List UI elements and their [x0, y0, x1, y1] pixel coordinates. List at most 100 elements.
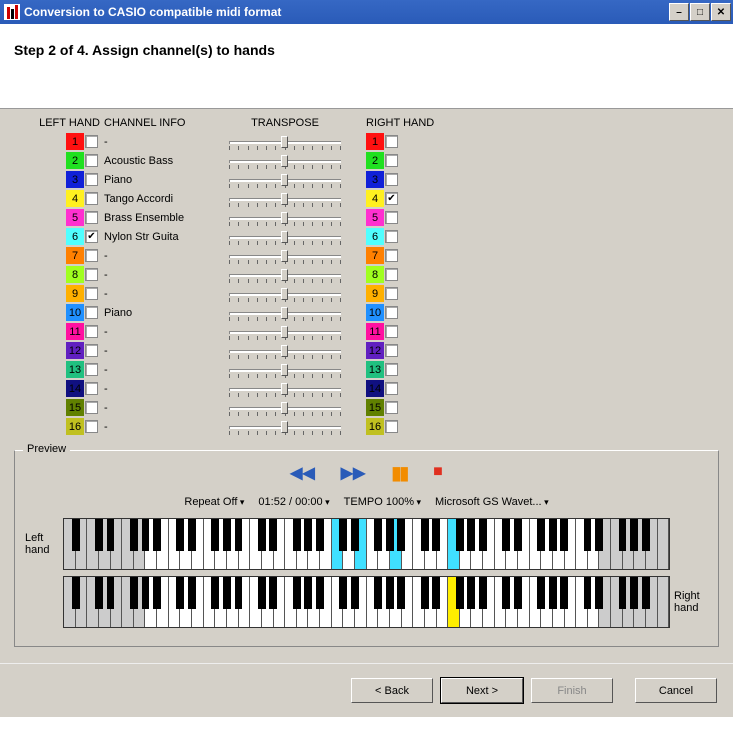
left-checkbox-16[interactable]	[85, 420, 98, 433]
right-checkbox-12[interactable]	[385, 344, 398, 357]
right-checkbox-5[interactable]	[385, 211, 398, 224]
right-checkbox-7[interactable]	[385, 249, 398, 262]
right-checkbox-13[interactable]	[385, 363, 398, 376]
left-checkbox-15[interactable]	[85, 401, 98, 414]
left-hand-row: Left hand	[25, 518, 708, 570]
right-checkbox-10[interactable]	[385, 306, 398, 319]
back-button[interactable]: < Back	[351, 678, 433, 703]
channel-number: 6	[66, 228, 84, 245]
next-button[interactable]: Next >	[441, 678, 523, 703]
right-checkbox-1[interactable]	[385, 135, 398, 148]
maximize-button[interactable]: □	[690, 3, 710, 21]
left-hand-label: Left hand	[25, 532, 59, 556]
left-hand-channel-1: 1	[10, 132, 100, 151]
transpose-slider-13[interactable]	[210, 360, 360, 379]
left-checkbox-13[interactable]	[85, 363, 98, 376]
left-hand-channel-12: 12	[10, 341, 100, 360]
channel-number: 12	[66, 342, 84, 359]
transpose-slider-8[interactable]	[210, 265, 360, 284]
channels-table: LEFT HAND CHANNEL INFO TRANSPOSE RIGHT H…	[10, 117, 723, 436]
left-hand-channel-7: 7	[10, 246, 100, 265]
titlebar: Conversion to CASIO compatible midi form…	[0, 0, 733, 24]
channel-number: 16	[366, 418, 384, 435]
channel-info-1: -	[100, 132, 210, 151]
transpose-slider-3[interactable]	[210, 170, 360, 189]
right-hand-row: Right hand	[25, 576, 708, 628]
right-checkbox-6[interactable]	[385, 230, 398, 243]
right-checkbox-4[interactable]	[385, 192, 398, 205]
repeat-dropdown[interactable]: Repeat Off	[184, 496, 244, 508]
right-checkbox-3[interactable]	[385, 173, 398, 186]
device-dropdown[interactable]: Microsoft GS Wavet...	[435, 496, 549, 508]
col-right-hand: RIGHT HAND	[360, 117, 450, 132]
right-hand-channel-16: 16	[360, 417, 450, 436]
right-checkbox-16[interactable]	[385, 420, 398, 433]
right-hand-channel-14: 14	[360, 379, 450, 398]
transpose-slider-6[interactable]	[210, 227, 360, 246]
left-hand-channel-10: 10	[10, 303, 100, 322]
transpose-slider-4[interactable]	[210, 189, 360, 208]
left-checkbox-8[interactable]	[85, 268, 98, 281]
keyboard-left[interactable]	[63, 518, 670, 570]
channel-info-10: Piano	[100, 303, 210, 322]
transpose-slider-7[interactable]	[210, 246, 360, 265]
playback-info: Repeat Off 01:52 / 00:00 TEMPO 100% Micr…	[25, 496, 708, 508]
transpose-slider-16[interactable]	[210, 417, 360, 436]
cancel-button[interactable]: Cancel	[635, 678, 717, 703]
transpose-slider-2[interactable]	[210, 151, 360, 170]
channel-number: 4	[366, 190, 384, 207]
keyboard-right[interactable]	[63, 576, 670, 628]
tempo-dropdown[interactable]: TEMPO 100%	[344, 496, 421, 508]
right-checkbox-14[interactable]	[385, 382, 398, 395]
channel-number: 1	[66, 133, 84, 150]
right-checkbox-15[interactable]	[385, 401, 398, 414]
right-checkbox-8[interactable]	[385, 268, 398, 281]
close-button[interactable]: ✕	[711, 3, 731, 21]
left-checkbox-3[interactable]	[85, 173, 98, 186]
left-hand-channel-13: 13	[10, 360, 100, 379]
right-checkbox-9[interactable]	[385, 287, 398, 300]
left-checkbox-2[interactable]	[85, 154, 98, 167]
left-checkbox-1[interactable]	[85, 135, 98, 148]
left-hand-channel-2: 2	[10, 151, 100, 170]
preview-legend: Preview	[23, 443, 70, 455]
stop-button[interactable]: ■	[433, 463, 443, 484]
right-hand-channel-13: 13	[360, 360, 450, 379]
pause-button[interactable]: ▮▮	[391, 463, 407, 484]
channel-number: 1	[366, 133, 384, 150]
channel-info-7: -	[100, 246, 210, 265]
page-header: Step 2 of 4. Assign channel(s) to hands	[0, 24, 733, 108]
left-checkbox-5[interactable]	[85, 211, 98, 224]
rewind-button[interactable]: ◀◀	[290, 463, 315, 484]
time-dropdown[interactable]: 01:52 / 00:00	[258, 496, 329, 508]
transpose-slider-12[interactable]	[210, 341, 360, 360]
right-checkbox-11[interactable]	[385, 325, 398, 338]
left-checkbox-12[interactable]	[85, 344, 98, 357]
transpose-slider-15[interactable]	[210, 398, 360, 417]
right-checkbox-2[interactable]	[385, 154, 398, 167]
left-checkbox-14[interactable]	[85, 382, 98, 395]
transpose-slider-14[interactable]	[210, 379, 360, 398]
right-hand-channel-11: 11	[360, 322, 450, 341]
left-checkbox-7[interactable]	[85, 249, 98, 262]
left-checkbox-6[interactable]	[85, 230, 98, 243]
left-checkbox-9[interactable]	[85, 287, 98, 300]
channel-number: 9	[366, 285, 384, 302]
transpose-slider-10[interactable]	[210, 303, 360, 322]
transpose-slider-1[interactable]	[210, 132, 360, 151]
channel-number: 8	[366, 266, 384, 283]
transpose-slider-5[interactable]	[210, 208, 360, 227]
transpose-slider-9[interactable]	[210, 284, 360, 303]
preview-box: Preview ◀◀ ▶▶ ▮▮ ■ Repeat Off 01:52 / 00…	[14, 450, 719, 647]
finish-button[interactable]: Finish	[531, 678, 613, 703]
transpose-slider-11[interactable]	[210, 322, 360, 341]
left-hand-channel-8: 8	[10, 265, 100, 284]
forward-button[interactable]: ▶▶	[341, 463, 366, 484]
left-checkbox-4[interactable]	[85, 192, 98, 205]
minimize-button[interactable]: –	[669, 3, 689, 21]
step-title: Step 2 of 4. Assign channel(s) to hands	[14, 42, 275, 58]
right-hand-channel-10: 10	[360, 303, 450, 322]
right-hand-channel-8: 8	[360, 265, 450, 284]
left-checkbox-11[interactable]	[85, 325, 98, 338]
left-checkbox-10[interactable]	[85, 306, 98, 319]
